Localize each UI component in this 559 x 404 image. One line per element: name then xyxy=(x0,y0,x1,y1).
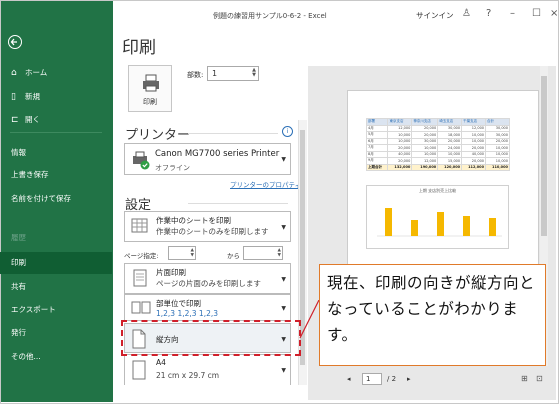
help-icon[interactable]: ? xyxy=(486,8,491,19)
pages-label: ページ指定: xyxy=(124,252,159,260)
paper-icon xyxy=(132,360,146,380)
sidebar-item-save[interactable]: 上書き保存 xyxy=(0,164,112,186)
pages-to-spinner-icon[interactable]: ▲ ▼ xyxy=(278,248,281,258)
callout-text: 現在、印刷の向きが縦方向となっていることがわかります。 xyxy=(327,274,536,344)
printer-icon xyxy=(143,74,159,92)
print-button[interactable]: 印刷 xyxy=(128,65,172,112)
preview-chart-bar xyxy=(489,218,496,236)
sheet-icon xyxy=(131,218,148,233)
prev-page-icon[interactable]: ◂ xyxy=(347,375,351,383)
chevron-down-icon: ▼ xyxy=(281,224,286,231)
settings-heading-rule xyxy=(188,203,288,204)
pages-to-label: から xyxy=(227,252,240,260)
show-margins-icon[interactable]: ⊞ xyxy=(521,374,528,383)
signin-link[interactable]: サインイン xyxy=(416,10,454,21)
open-folder-icon: ⊏ xyxy=(11,115,19,125)
paper-size-select[interactable]: A4 21 cm x 29.7 cm ▼ xyxy=(124,354,291,385)
pages-from-input[interactable]: ▲ ▼ xyxy=(168,246,196,260)
title-bar: 例題の練習用サンプル0-6-2 - Excel サインイン ♙ ? – ☐ × xyxy=(113,1,558,29)
close-icon[interactable]: × xyxy=(550,8,558,19)
sidebar-item-new[interactable]: ▯ 新規 xyxy=(0,86,112,108)
print-scope-select[interactable]: 作業中のシートを印刷 作業中のシートのみを印刷します ▼ xyxy=(124,211,291,242)
back-arrow-icon[interactable] xyxy=(8,35,22,49)
chevron-down-icon: ▼ xyxy=(281,276,286,283)
maximize-icon[interactable]: ☐ xyxy=(532,8,541,19)
collate-select[interactable]: 部単位で印刷 1,2,3 1,2,3 1,2,3 ▼ xyxy=(124,294,291,321)
chevron-down-icon: ▼ xyxy=(281,305,286,312)
preview-chart-bar xyxy=(385,208,392,236)
sidebar-item-open[interactable]: ⊏ 開く xyxy=(0,109,112,131)
preview-scrollbar-thumb[interactable] xyxy=(541,76,547,236)
sidebar-item-publish[interactable]: 発行 xyxy=(0,322,112,344)
printer-heading-rule xyxy=(188,133,278,134)
sidebar-divider xyxy=(10,132,102,133)
sidebar-item-share[interactable]: 共有 xyxy=(0,276,112,298)
page-number-input[interactable]: 1 xyxy=(362,373,382,385)
sidebar-item-more[interactable]: その他... xyxy=(0,346,112,368)
minimize-icon[interactable]: – xyxy=(510,8,515,19)
preview-chart-bar xyxy=(463,216,470,236)
new-document-icon: ▯ xyxy=(11,92,16,102)
collate-icon xyxy=(131,301,151,314)
info-icon[interactable]: i xyxy=(282,126,293,137)
preview-table: 部署 東京支店 神奈川支店 埼玉支店 千葉支店 合計 4月 12,000 20,00… xyxy=(365,118,510,171)
preview-chart: 上期 支店別売上比較 xyxy=(366,185,509,249)
profile-icon[interactable]: ♙ xyxy=(462,8,471,19)
printer-select[interactable]: Canon MG7700 series Printer オフライン ▼ xyxy=(124,143,291,175)
copies-label: 部数: xyxy=(187,71,204,79)
page-total: / 2 xyxy=(387,375,397,383)
home-icon: ⌂ xyxy=(11,68,17,78)
preview-chart-bar xyxy=(437,212,444,236)
orientation-highlight xyxy=(121,320,301,356)
sidebar-item-home[interactable]: ⌂ ホーム xyxy=(0,62,112,84)
next-page-icon[interactable]: ▸ xyxy=(407,375,411,383)
sidebar-item-export[interactable]: エクスポート xyxy=(0,299,112,321)
annotation-callout: 現在、印刷の向きが縦方向となっていることがわかります。 xyxy=(319,264,546,366)
printer-heading: プリンター xyxy=(125,128,191,143)
copies-input[interactable]: 1 ▲ ▼ xyxy=(207,66,259,81)
printer-icon xyxy=(133,151,150,170)
document-title: 例題の練習用サンプル0-6-2 - Excel xyxy=(213,12,327,20)
pages-from-spinner-icon[interactable]: ▲ ▼ xyxy=(191,248,194,258)
sidebar-item-history: 履歴 xyxy=(11,233,26,242)
sidebar-item-print[interactable]: 印刷 xyxy=(0,252,112,274)
sides-select[interactable]: 片面印刷 ページの片面のみを印刷します ▼ xyxy=(124,263,291,294)
chevron-down-icon: ▼ xyxy=(281,367,286,374)
chevron-down-icon: ▼ xyxy=(281,156,286,163)
copies-spinner-icon[interactable]: ▲ ▼ xyxy=(252,68,256,78)
preview-table-total-row: 上期合計 132,000 190,000 120,000 112,000 110,000 xyxy=(365,163,510,171)
pages-to-input[interactable]: ▲ ▼ xyxy=(243,246,283,260)
preview-pager: ◂ 1 / 2 ▸ xyxy=(347,373,411,385)
one-sided-icon xyxy=(133,269,147,287)
preview-chart-bar xyxy=(411,220,418,236)
page-title: 印刷 xyxy=(122,38,156,58)
printer-properties-link[interactable]: プリンターのプロパティ xyxy=(230,179,301,189)
zoom-to-page-icon[interactable]: ⊡ xyxy=(536,374,543,383)
sidebar-item-info[interactable]: 情報 xyxy=(0,142,112,164)
sidebar-item-save-as[interactable]: 名前を付けて保存 xyxy=(0,191,100,221)
